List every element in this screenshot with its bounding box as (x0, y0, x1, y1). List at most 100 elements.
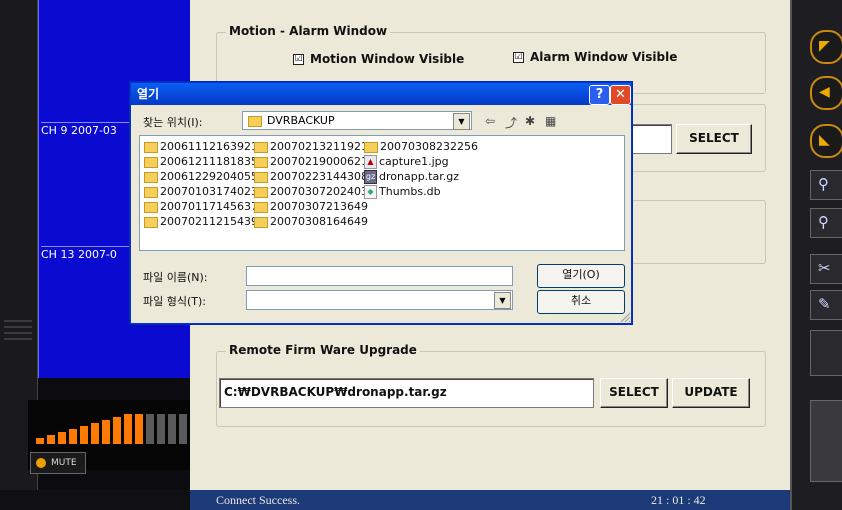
file-name: 20061211181835 (160, 155, 258, 168)
meter-bar (80, 426, 88, 444)
file-name: 20061229204055 (160, 170, 258, 183)
tools-button[interactable]: ✂ (810, 254, 842, 284)
blank-button[interactable] (810, 330, 842, 376)
motion-window-checkbox[interactable]: ☑ Motion Window Visible (293, 52, 464, 66)
dialog-title-bar[interactable]: 열기 ? ✕ (131, 83, 631, 105)
firmware-title: Remote Firm Ware Upgrade (226, 343, 420, 357)
list-item[interactable]: 20061229204055 (144, 170, 258, 184)
file-name: 20070223144308 (270, 170, 368, 183)
status-bar: Connect Success. 21 : 01 : 42 (190, 490, 790, 510)
meter-bar (124, 414, 132, 444)
file-name: Thumbs.db (379, 185, 441, 198)
list-item[interactable]: 20070308232256 (364, 140, 478, 154)
firmware-select-button[interactable]: SELECT (600, 378, 668, 408)
list-item[interactable]: 20070103174023 (144, 185, 258, 199)
list-item[interactable]: 20070211215439 (144, 215, 258, 229)
list-item[interactable]: 20070219000621 (254, 155, 368, 169)
filename-label: 파일 이름(N): (143, 271, 208, 284)
help-button[interactable]: ? (589, 85, 610, 105)
list-item[interactable]: ◆ Thumbs.db (364, 185, 441, 199)
checkbox-check-icon: ☑ (293, 54, 304, 65)
file-list[interactable]: 20061112163921 20061211181835 2006122920… (139, 135, 625, 251)
file-name: dronapp.tar.gz (379, 170, 459, 183)
list-item[interactable]: 20070213211921 (254, 140, 368, 154)
list-item[interactable]: 20070307213649 (254, 200, 368, 214)
up-folder-icon[interactable]: ⤴ (505, 114, 517, 131)
look-in-select[interactable]: DVRBACKUP ▼ (242, 111, 472, 130)
filename-input[interactable] (246, 266, 513, 286)
alarm-window-checkbox[interactable]: ☑ Alarm Window Visible (513, 50, 677, 64)
mute-label: MUTE (51, 458, 77, 468)
look-in-label: 찾는 위치(I): (143, 116, 203, 129)
file-name: 20070308164649 (270, 215, 368, 228)
logo-panel (810, 400, 842, 482)
archive-file-icon: gz (364, 170, 377, 184)
settings-button[interactable]: ✎ (810, 290, 842, 320)
list-item[interactable]: 20070223144308 (254, 170, 368, 184)
middle-path-field[interactable] (630, 124, 672, 154)
checkbox-check-icon: ☑ (513, 52, 524, 63)
search-button-1[interactable]: ⚲ (810, 170, 842, 200)
firmware-path-field[interactable]: C:₩DVRBACKUP₩dronapp.tar.gz (219, 378, 594, 408)
file-name: 20070103174023 (160, 185, 258, 198)
arrow-left-icon: ◀ (819, 84, 830, 100)
folder-icon (254, 201, 268, 213)
search-button-2[interactable]: ⚲ (810, 208, 842, 238)
file-name: 20070117145637 (160, 200, 258, 213)
list-item[interactable]: 20070117145637 (144, 200, 258, 214)
list-item[interactable]: 20070308164649 (254, 215, 368, 229)
mute-button[interactable]: MUTE (30, 452, 86, 474)
file-name: capture1.jpg (379, 155, 449, 168)
motion-window-label: Motion Window Visible (310, 52, 465, 66)
list-item[interactable]: 20070307202403 (254, 185, 368, 199)
list-item[interactable]: ▲ capture1.jpg (364, 155, 449, 169)
status-time: 21 : 01 : 42 (651, 493, 706, 507)
close-button[interactable]: ✕ (610, 85, 631, 105)
arrow-down-left-icon: ◣ (819, 132, 830, 148)
folder-icon (364, 141, 378, 153)
file-name: 20070307202403 (270, 185, 368, 198)
list-item[interactable]: gz dronapp.tar.gz (364, 170, 459, 184)
new-folder-icon[interactable]: ✱ (525, 114, 535, 128)
meter-bar (36, 438, 44, 444)
folder-icon (254, 216, 268, 228)
folder-icon (254, 156, 268, 168)
filetype-label: 파일 형식(T): (143, 295, 206, 308)
folder-icon (144, 156, 158, 168)
resize-grip-icon[interactable] (619, 311, 631, 323)
motion-alarm-title: Motion - Alarm Window (226, 24, 391, 38)
look-in-value: DVRBACKUP (267, 114, 335, 127)
meter-bar (91, 423, 99, 444)
file-name: 20070219000621 (270, 155, 368, 168)
list-item[interactable]: 20061211181835 (144, 155, 258, 169)
magnifier-icon: ⚲ (818, 213, 829, 231)
meter-bar (157, 414, 165, 444)
list-item[interactable]: 20061112163921 (144, 140, 258, 154)
nav-back-button[interactable]: ◀ (810, 76, 842, 110)
meter-bar (135, 414, 143, 444)
meter-bar (168, 414, 176, 444)
image-file-icon: ▲ (364, 155, 377, 169)
nav-bottom-button[interactable]: ◣ (810, 124, 842, 158)
folder-icon (254, 141, 268, 153)
meter-bar (179, 414, 187, 444)
filetype-select[interactable]: ▼ (246, 290, 513, 310)
folder-icon (248, 116, 262, 127)
middle-select-button[interactable]: SELECT (676, 124, 752, 154)
folder-icon (144, 201, 158, 213)
view-menu-icon[interactable]: ▦ (545, 114, 556, 128)
status-message: Connect Success. (216, 493, 300, 507)
open-button[interactable]: 열기(O) (537, 264, 625, 288)
folder-icon (144, 171, 158, 183)
dialog-title: 열기 (137, 87, 160, 101)
chevron-down-icon: ▼ (453, 113, 470, 130)
nav-top-button[interactable]: ◤ (810, 30, 842, 64)
meter-bar (69, 429, 77, 444)
back-icon[interactable]: ⇦ (485, 114, 495, 128)
speaker-icon (36, 458, 46, 468)
folder-icon (254, 186, 268, 198)
cancel-button[interactable]: 취소 (537, 290, 625, 314)
magnifier-icon: ⚲ (818, 175, 829, 193)
firmware-update-button[interactable]: UPDATE (672, 378, 750, 408)
meter-bar (102, 420, 110, 444)
